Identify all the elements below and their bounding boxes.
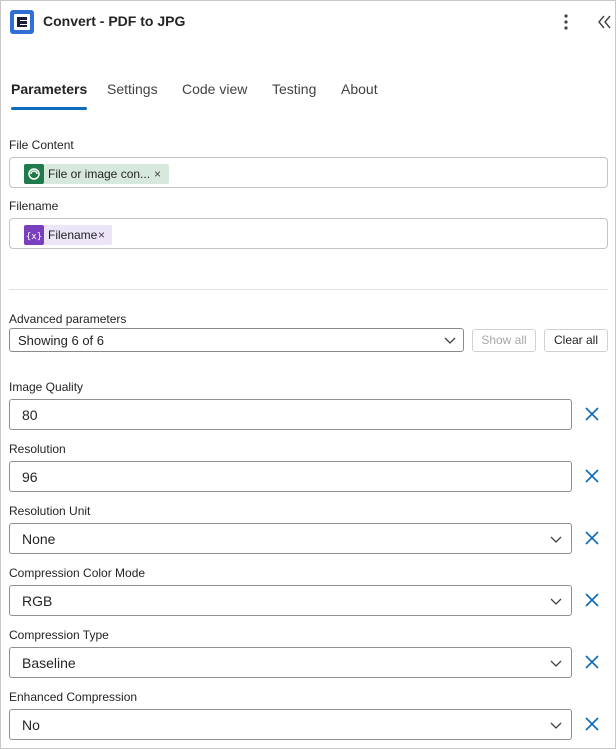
panel-header: Convert - PDF to JPG [10, 10, 611, 34]
resolution-label: Resolution [9, 442, 66, 456]
advanced-parameters-label: Advanced parameters [9, 312, 127, 326]
tab-bar: Parameters Settings Code view Testing Ab… [0, 78, 616, 112]
image-quality-input[interactable]: 80 [9, 399, 572, 430]
clear-enhanced-compression-icon[interactable] [583, 715, 601, 733]
file-content-token-text: File or image con... [48, 167, 151, 181]
enhanced-compression-label: Enhanced Compression [9, 690, 138, 704]
variable-icon: {x} [24, 225, 44, 245]
tab-parameters[interactable]: Parameters [11, 78, 88, 110]
resolution-unit-select[interactable]: None [9, 523, 572, 554]
clear-compression-type-icon[interactable] [583, 653, 601, 671]
advanced-parameters-dropdown[interactable]: Showing 6 of 6 [9, 328, 464, 352]
image-quality-label: Image Quality [9, 380, 84, 394]
enhanced-compression-value: No [22, 717, 40, 733]
page-title: Convert - PDF to JPG [43, 13, 186, 29]
tab-about[interactable]: About [341, 78, 378, 110]
filename-input[interactable]: {x} Filename × [9, 218, 608, 249]
filename-token-text: Filename [48, 228, 98, 242]
compression-color-mode-select[interactable]: RGB [9, 585, 572, 616]
image-quality-value: 80 [22, 407, 38, 423]
compression-color-mode-label: Compression Color Mode [9, 566, 146, 580]
chevron-down-icon [550, 536, 562, 543]
compression-type-select[interactable]: Baseline [9, 647, 572, 678]
chevron-down-icon [550, 660, 562, 667]
file-content-token[interactable]: File or image con... × [24, 164, 169, 184]
clear-resolution-unit-icon[interactable] [583, 529, 601, 547]
clear-resolution-icon[interactable] [583, 467, 601, 485]
svg-text:{x}: {x} [26, 232, 42, 242]
clear-compression-color-mode-icon[interactable] [583, 591, 601, 609]
tab-settings[interactable]: Settings [107, 78, 158, 110]
show-all-button[interactable]: Show all [472, 329, 536, 352]
tab-testing[interactable]: Testing [272, 78, 316, 110]
compression-type-value: Baseline [22, 655, 76, 671]
section-divider [9, 289, 608, 290]
chevron-down-icon [444, 337, 456, 344]
resolution-unit-value: None [22, 531, 56, 547]
compression-color-mode-value: RGB [22, 593, 53, 609]
file-content-label: File Content [9, 138, 74, 152]
collapse-icon[interactable] [594, 12, 614, 32]
resolution-input[interactable]: 96 [9, 461, 572, 492]
compression-type-label: Compression Type [9, 628, 109, 642]
encodian-logo-icon [10, 10, 34, 34]
filename-token[interactable]: {x} Filename × [24, 225, 112, 245]
filename-label: Filename [9, 199, 59, 213]
file-content-input[interactable]: File or image con... × [9, 157, 608, 188]
chevron-down-icon [550, 598, 562, 605]
clear-image-quality-icon[interactable] [583, 405, 601, 423]
remove-token-icon[interactable]: × [154, 164, 161, 184]
resolution-unit-label: Resolution Unit [9, 504, 91, 518]
clear-all-button[interactable]: Clear all [544, 329, 608, 352]
remove-token-icon[interactable]: × [98, 225, 105, 245]
resolution-value: 96 [22, 469, 38, 485]
sharepoint-icon [24, 164, 44, 184]
advanced-parameters-selected: Showing 6 of 6 [18, 333, 105, 348]
tab-code-view[interactable]: Code view [182, 78, 247, 110]
chevron-down-icon [550, 722, 562, 729]
enhanced-compression-select[interactable]: No [9, 709, 572, 740]
more-vertical-icon[interactable] [556, 12, 576, 32]
